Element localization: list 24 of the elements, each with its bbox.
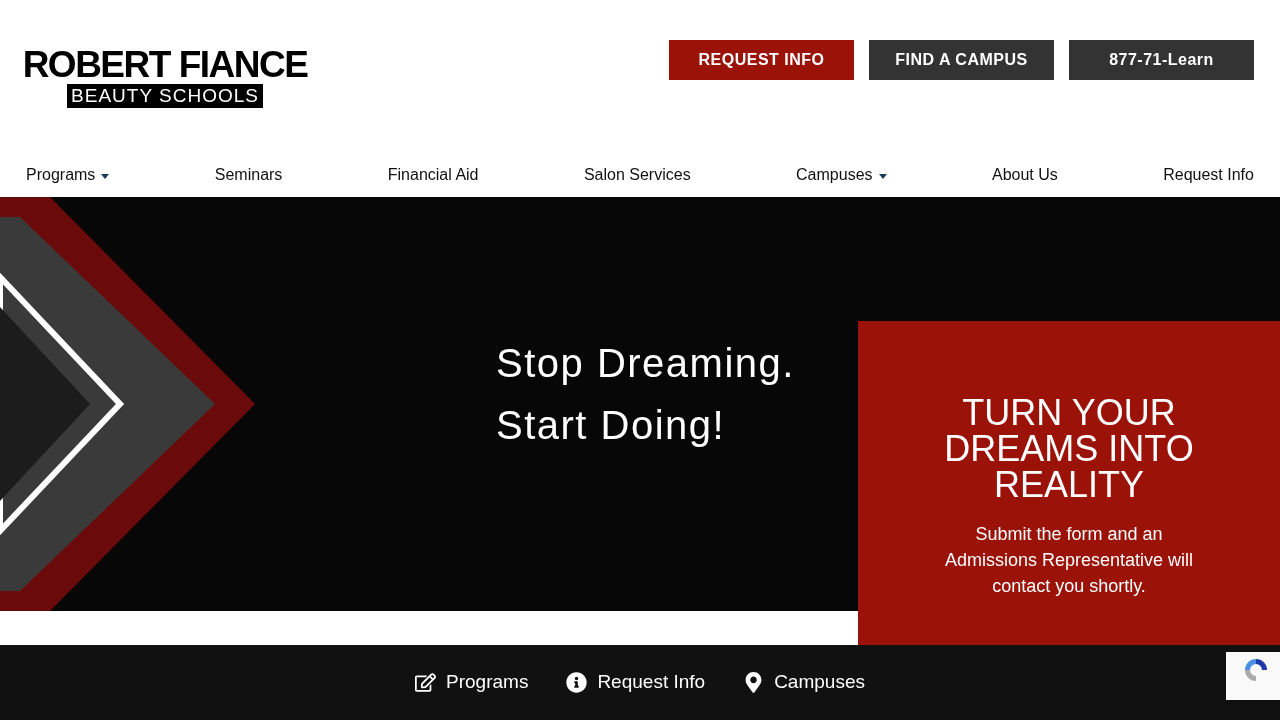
panel-title: TURN YOUR DREAMS INTO REALITY bbox=[943, 395, 1195, 503]
header-button[interactable]: FIND A CAMPUS bbox=[869, 40, 1054, 80]
bottom-link[interactable]: Request Info bbox=[566, 668, 706, 697]
edit-icon bbox=[415, 672, 437, 693]
nav-link[interactable]: Request Info bbox=[1163, 162, 1254, 187]
info-icon bbox=[566, 672, 588, 693]
nav-link[interactable]: Financial Aid bbox=[387, 162, 479, 187]
caret-icon bbox=[878, 174, 887, 179]
header-button[interactable]: REQUEST INFO bbox=[669, 40, 854, 80]
header-button[interactable]: 877-71-Learn bbox=[1069, 40, 1254, 80]
nav-link[interactable]: Salon Services bbox=[583, 162, 691, 187]
logo-title: ROBERT FIANCE bbox=[22, 46, 308, 84]
hero-heading: Stop Dreaming. bbox=[496, 340, 795, 387]
bottom-link[interactable]: Programs bbox=[415, 668, 529, 697]
panel-text: Submit the form and an Admissions Representative will contact you shortly. bbox=[943, 523, 1195, 598]
nav-link[interactable]: Seminars bbox=[214, 162, 283, 187]
bottom-link[interactable]: Campuses bbox=[743, 668, 865, 697]
caret-icon bbox=[101, 174, 110, 179]
nav-link[interactable]: About Us bbox=[991, 162, 1058, 187]
logo-subtitle: BEAUTY SCHOOLS bbox=[67, 84, 263, 108]
nav-link[interactable]: Campuses bbox=[796, 162, 887, 187]
hero-heading: Start Doing! bbox=[496, 402, 727, 449]
recaptcha-icon bbox=[1242, 656, 1270, 684]
nav-link[interactable]: Programs bbox=[26, 162, 110, 187]
